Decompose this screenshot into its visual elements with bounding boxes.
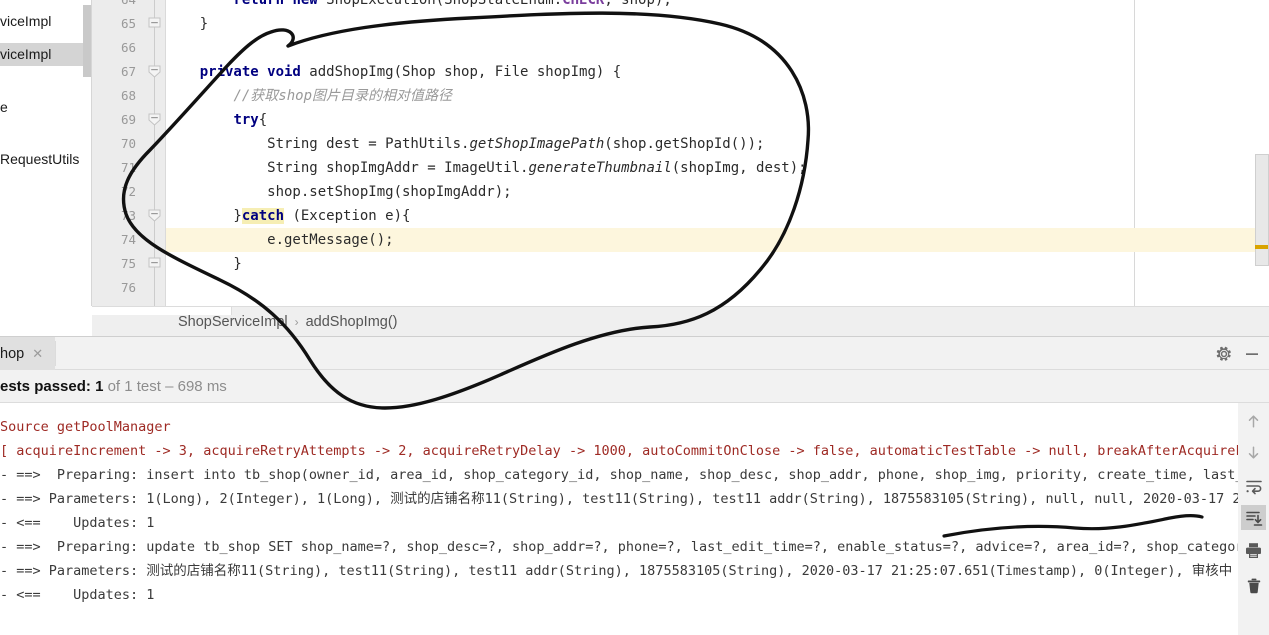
code-line[interactable]: String dest = PathUtils.getShopImagePath…	[166, 132, 1269, 156]
line-number: 64	[96, 0, 136, 12]
line-number: 76	[120, 280, 136, 295]
sidebar-item-3[interactable]: RequestUtils	[0, 148, 91, 171]
editor-gutter: 64 65 66 67 68 69 70 71 72 73 74 75 76	[92, 0, 144, 306]
code-line[interactable]: }	[166, 12, 1269, 36]
console-line: - <== Updates: 1	[0, 587, 155, 603]
minimize-icon[interactable]	[1243, 345, 1261, 363]
fold-expand-icon[interactable]	[147, 64, 162, 79]
console-line: Source getPoolManager	[0, 419, 171, 435]
sidebar-item-2[interactable]: e	[0, 96, 91, 119]
gear-icon[interactable]	[1215, 345, 1233, 363]
print-icon[interactable]	[1241, 538, 1266, 563]
console-line: - ==> Preparing: update tb_shop SET shop…	[0, 539, 1238, 555]
line-number: 71	[120, 160, 136, 175]
breadcrumb-class[interactable]: ShopServiceImpl	[178, 314, 288, 330]
code-canvas[interactable]: return new ShopExecution(ShopStateEnum.C…	[166, 0, 1269, 306]
test-summary-prefix: ests passed:	[0, 378, 91, 395]
code-line[interactable]: }catch (Exception e){	[166, 204, 1269, 228]
console-line: [ acquireIncrement -> 3, acquireRetryAtt…	[0, 443, 1238, 459]
soft-wrap-icon[interactable]	[1241, 473, 1266, 498]
breadcrumb[interactable]: ShopServiceImpl › addShopImg()	[92, 306, 1269, 336]
sidebar-item-0[interactable]: viceImpl	[0, 10, 91, 33]
line-number: 75	[120, 256, 136, 271]
editor-scroll-marker[interactable]	[1255, 245, 1268, 249]
line-number: 65	[120, 16, 136, 31]
line-number: 73	[120, 208, 136, 223]
line-number: 69	[120, 112, 136, 127]
close-icon[interactable]: ✕	[32, 346, 43, 361]
breadcrumb-method[interactable]: addShopImg()	[306, 314, 398, 330]
line-number: 72	[120, 184, 136, 199]
code-line[interactable]: e.getMessage();	[166, 228, 1269, 252]
sidebar-item-1-selected[interactable]: viceImpl	[0, 43, 91, 66]
console-line: - ==> Parameters: 测试的店铺名称11(String), tes…	[0, 563, 1233, 579]
console-line: - <== Updates: 1	[0, 515, 155, 531]
code-line[interactable]: }	[166, 252, 1269, 276]
fold-collapse-icon[interactable]	[147, 256, 162, 271]
scroll-to-end-icon[interactable]	[1241, 505, 1266, 530]
test-summary-suffix: of 1 test – 698 ms	[107, 378, 227, 395]
line-number: 70	[120, 136, 136, 151]
project-sidebar[interactable]: viceImpl viceImpl e RequestUtils	[0, 0, 92, 306]
sidebar-scrollbar[interactable]	[83, 5, 91, 77]
scroll-up-icon[interactable]	[1241, 409, 1266, 434]
fold-collapse-icon[interactable]	[147, 16, 162, 31]
line-number: 67	[120, 64, 136, 79]
line-number: 66	[120, 40, 136, 55]
code-line[interactable]: return new ShopExecution(ShopStateEnum.C…	[166, 0, 1269, 12]
sidebar-item-label: viceImpl	[0, 46, 52, 62]
code-line[interactable]: //获取shop图片目录的相对值路径	[166, 84, 1269, 108]
run-tab-label: hop	[0, 346, 25, 362]
ide-window: viceImpl viceImpl e RequestUtils 6465666…	[0, 0, 1269, 635]
code-line[interactable]	[166, 276, 1269, 300]
code-line[interactable]: String shopImgAddr = ImageUtil.generateT…	[166, 156, 1269, 180]
fold-expand-icon[interactable]	[147, 208, 162, 223]
test-passed-count: 1	[95, 378, 104, 395]
code-fold-column[interactable]	[144, 0, 166, 306]
test-summary: ests passed: 1 of 1 test – 698 ms	[0, 370, 1269, 403]
sidebar-item-label: e	[0, 99, 8, 115]
breadcrumb-separator-icon: ›	[294, 315, 299, 329]
trash-icon[interactable]	[1241, 573, 1266, 598]
code-line[interactable]: shop.setShopImg(shopImgAddr);	[166, 180, 1269, 204]
code-line[interactable]: private void addShopImg(Shop shop, File …	[166, 60, 1269, 84]
fold-expand-icon[interactable]	[147, 112, 162, 127]
code-line[interactable]	[166, 36, 1269, 60]
console-line: - ==> Preparing: insert into tb_shop(own…	[0, 467, 1238, 483]
run-tab-active[interactable]: hop ✕	[0, 337, 55, 370]
run-tool-window: hop ✕ ests passed: 1 of 1 test – 698 ms	[0, 336, 1269, 635]
console-output[interactable]: Source getPoolManager [ acquireIncrement …	[0, 403, 1238, 635]
line-number: 68	[120, 88, 136, 103]
run-tabstrip: hop ✕	[0, 337, 1269, 370]
scroll-down-icon[interactable]	[1241, 440, 1266, 465]
breadcrumb-inner: ShopServiceImpl › addShopImg()	[178, 307, 398, 337]
line-number: 74	[120, 232, 136, 247]
editor-region: viceImpl viceImpl e RequestUtils 6465666…	[0, 0, 1269, 306]
code-line[interactable]: try{	[166, 108, 1269, 132]
editor-vertical-scrollbar[interactable]	[1255, 154, 1269, 266]
sidebar-item-label: RequestUtils	[0, 151, 80, 167]
console-toolbar	[1238, 403, 1269, 635]
tabstrip-divider	[55, 341, 56, 366]
console-line: - ==> Parameters: 1(Long), 2(Integer), 1…	[0, 491, 1238, 507]
sidebar-item-label: viceImpl	[0, 13, 52, 29]
